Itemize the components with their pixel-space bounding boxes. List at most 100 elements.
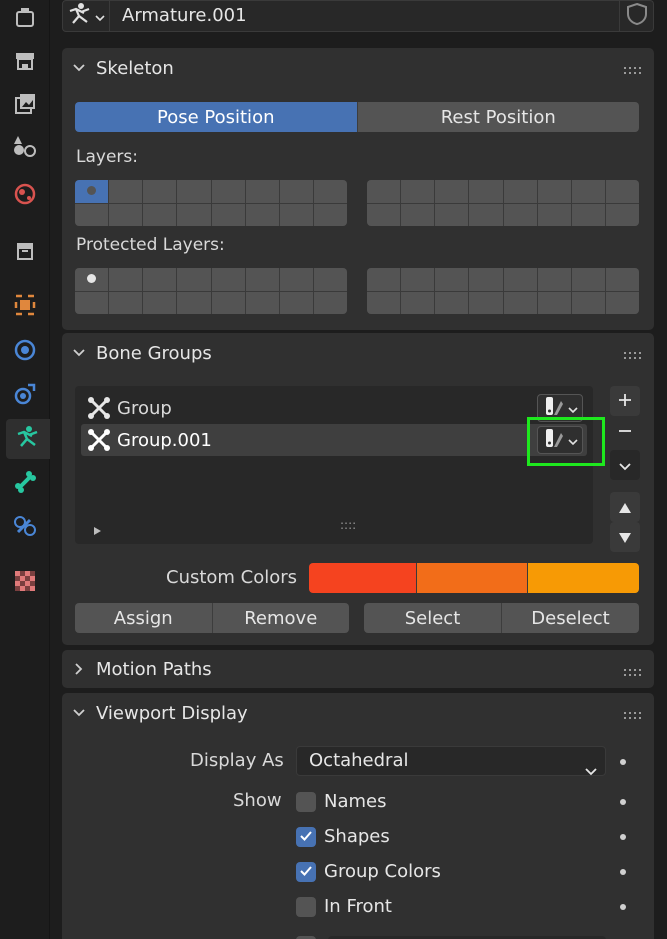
tab-physics[interactable]	[6, 376, 44, 416]
animate-property-dot[interactable]	[620, 799, 626, 805]
scene-icon	[12, 181, 38, 211]
select-deselect-group: Select Deselect	[364, 603, 639, 633]
assign-remove-group: Assign Remove	[75, 603, 349, 633]
names-checkbox-row[interactable]: Names	[296, 791, 386, 812]
active-color-swatch[interactable]	[528, 563, 639, 593]
tab-world[interactable]	[6, 233, 44, 273]
layers-grid-right[interactable]	[367, 180, 639, 226]
select-button[interactable]: Select	[364, 603, 502, 633]
layer-active-dot	[87, 274, 96, 283]
list-item-group[interactable]: Group	[81, 392, 587, 424]
bone-constraint-icon	[12, 512, 38, 542]
output-icon	[12, 91, 38, 121]
tab-render[interactable]	[6, 44, 44, 84]
tab-object[interactable]	[6, 287, 44, 327]
group-colors-checkbox[interactable]	[296, 861, 316, 882]
remove-button[interactable]: Remove	[212, 603, 349, 633]
armature-data-icon	[67, 1, 93, 31]
shapes-checkbox[interactable]	[296, 826, 316, 847]
animate-property-dot[interactable]	[620, 904, 626, 910]
motion-paths-panel-header[interactable]: Motion Paths	[62, 650, 654, 688]
layer-cell[interactable]	[75, 268, 109, 291]
properties-tab-bar	[0, 0, 50, 939]
names-checkbox[interactable]	[296, 791, 316, 812]
protected-layers-grid-left[interactable]	[75, 268, 347, 314]
move-up-button[interactable]	[610, 492, 640, 522]
chevron-down-icon	[95, 7, 105, 26]
in-front-checkbox[interactable]	[296, 896, 316, 917]
viewport-display-panel-title: Viewport Display	[96, 702, 248, 724]
pose-rest-toggle: Pose Position Rest Position	[75, 102, 639, 132]
shapes-checkbox-row[interactable]: Shapes	[296, 826, 390, 847]
pose-position-button[interactable]: Pose Position	[75, 102, 358, 132]
animate-property-dot[interactable]	[620, 869, 626, 875]
armature-data-icon	[15, 424, 41, 454]
tab-bone[interactable]	[6, 464, 44, 504]
in-front-checkbox-row[interactable]: In Front	[296, 896, 392, 917]
custom-colors-label: Custom Colors	[166, 567, 298, 588]
chevron-down-icon	[62, 333, 96, 373]
properties-editor: Armature.001 Skeleton Pose Position Rest…	[0, 0, 667, 939]
chevron-down-icon	[567, 399, 578, 418]
layers-grid-left[interactable]	[75, 180, 347, 226]
tab-texture[interactable]	[6, 563, 44, 603]
layer-cell[interactable]	[75, 180, 109, 203]
display-as-select[interactable]: Octahedral	[296, 746, 606, 776]
animate-property-dot[interactable]	[620, 834, 626, 840]
color-set-dropdown[interactable]	[537, 394, 583, 422]
viewport-display-panel-header[interactable]: Viewport Display	[62, 693, 654, 733]
triangle-up-icon	[618, 495, 632, 519]
motion-paths-panel-title: Motion Paths	[96, 658, 212, 680]
minus-icon	[617, 420, 633, 444]
drag-grip-icon[interactable]	[624, 707, 644, 719]
chevron-down-icon	[585, 757, 597, 785]
tool-icon	[12, 5, 38, 35]
display-as-label: Display As	[190, 750, 284, 771]
drag-grip-icon[interactable]	[624, 347, 644, 359]
group-colors-label: Group Colors	[324, 861, 441, 882]
deselect-button[interactable]: Deselect	[502, 603, 639, 633]
drag-grip-icon[interactable]	[624, 664, 644, 676]
rest-position-button[interactable]: Rest Position	[357, 102, 639, 132]
tab-armature-data[interactable]	[6, 419, 50, 459]
shield-icon	[626, 2, 648, 30]
list-resize-grip[interactable]: ::::	[340, 518, 356, 532]
modifier-icon	[12, 337, 38, 367]
add-bone-group-button[interactable]	[610, 386, 640, 416]
tab-bone-constraint[interactable]	[6, 507, 44, 547]
bone-groups-panel-header[interactable]: Bone Groups	[62, 333, 654, 373]
group-colors-checkbox-row[interactable]: Group Colors	[296, 861, 441, 882]
armature-name-field[interactable]: Armature.001	[110, 0, 620, 32]
protected-layers-label: Protected Layers:	[76, 235, 225, 255]
tab-output[interactable]	[6, 86, 44, 126]
protected-layers-grid-right[interactable]	[367, 268, 639, 314]
remove-bone-group-button[interactable]	[610, 417, 640, 447]
normal-color-swatch[interactable]	[309, 563, 417, 593]
tab-scene[interactable]	[6, 176, 44, 216]
datablock-header: Armature.001	[62, 0, 654, 32]
fake-user-button[interactable]	[620, 0, 654, 32]
list-item-group-001[interactable]: Group.001	[81, 424, 587, 456]
bone-group-list[interactable]: Group Group.001 ::::	[75, 386, 593, 544]
object-icon	[12, 292, 38, 322]
bone-group-icon	[81, 427, 117, 453]
filter-options-icon[interactable]	[91, 522, 103, 541]
tab-view-layer[interactable]	[6, 128, 44, 168]
select-color-swatch[interactable]	[417, 563, 528, 593]
physics-icon	[12, 381, 38, 411]
bone-icon	[12, 469, 38, 499]
skeleton-panel-header[interactable]: Skeleton	[62, 48, 654, 88]
tab-modifier[interactable]	[6, 332, 44, 372]
specials-menu-button[interactable]	[610, 450, 640, 480]
assign-button[interactable]: Assign	[75, 603, 213, 633]
color-set-dropdown[interactable]	[537, 426, 583, 454]
move-down-button[interactable]	[610, 522, 640, 552]
drag-grip-icon[interactable]	[624, 62, 644, 74]
list-item-label: Group	[117, 397, 172, 419]
tab-tool[interactable]	[6, 0, 44, 40]
armature-browse-button[interactable]	[62, 0, 110, 32]
animate-property-dot[interactable]	[620, 759, 626, 765]
in-front-label: In Front	[324, 896, 392, 917]
triangle-down-icon	[618, 525, 632, 549]
bone-groups-panel-title: Bone Groups	[96, 342, 212, 364]
